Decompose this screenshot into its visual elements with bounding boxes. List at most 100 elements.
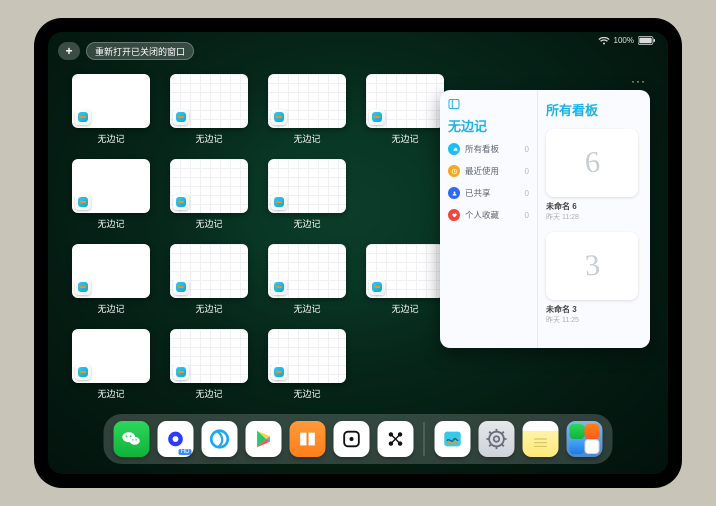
freeform-app-badge	[271, 364, 287, 380]
new-window-button[interactable]: +	[58, 42, 80, 60]
window-thumbnail	[268, 74, 346, 128]
heart-icon	[448, 209, 460, 221]
screen: 100% + 重新打开已关闭的窗口 无边记无边记无边记无边记无边记无边记无边记无…	[48, 32, 668, 474]
books-app[interactable]	[290, 421, 326, 457]
sidebar-item[interactable]: 最近使用 0	[448, 165, 529, 177]
board-scribble: 3	[583, 249, 600, 284]
sidebar-item-label: 已共享	[465, 187, 491, 199]
window-thumbnail	[72, 329, 150, 383]
freeform-app-badge	[75, 279, 91, 295]
window-tile-label: 无边记	[97, 387, 124, 400]
board-preview: 3	[546, 232, 638, 300]
settings-app[interactable]	[479, 421, 515, 457]
window-thumbnail	[72, 159, 150, 213]
sidebar-item-label: 最近使用	[465, 165, 499, 177]
window-tile[interactable]: 无边记	[366, 74, 444, 145]
dock: HD	[104, 414, 613, 464]
sidebar-item-count: 0	[525, 189, 529, 198]
panel-left-title: 无边记	[448, 116, 529, 135]
window-tile-label: 无边记	[97, 217, 124, 230]
window-tile-label: 无边记	[293, 302, 320, 315]
window-tile-label: 无边记	[293, 217, 320, 230]
window-tile[interactable]: 无边记	[72, 159, 150, 230]
window-thumbnail	[170, 74, 248, 128]
clock-icon	[448, 165, 460, 177]
battery-text: 100%	[614, 36, 634, 45]
window-thumbnail	[170, 244, 248, 298]
panel-more-button[interactable]: ···	[631, 74, 646, 88]
window-tile-label: 无边记	[391, 132, 418, 145]
freeform-app[interactable]	[435, 421, 471, 457]
window-tile[interactable]: 无边记	[170, 159, 248, 230]
sidebar-item-label: 个人收藏	[465, 209, 499, 221]
cloud-icon	[448, 143, 460, 155]
window-thumbnail	[170, 159, 248, 213]
sidebar-item[interactable]: 已共享 0	[448, 187, 529, 199]
freeform-app-badge	[271, 279, 287, 295]
sidebar-item-count: 0	[525, 167, 529, 176]
freeform-app-badge	[173, 364, 189, 380]
windows-grid: 无边记无边记无边记无边记无边记无边记无边记无边记无边记无边记无边记无边记无边记无…	[72, 74, 446, 400]
board-name: 未命名 3	[546, 304, 577, 315]
window-thumbnail	[72, 244, 150, 298]
battery-icon	[638, 36, 656, 45]
freeform-app-badge	[173, 109, 189, 125]
window-tile[interactable]: 无边记	[72, 74, 150, 145]
window-tile[interactable]: 无边记	[268, 329, 346, 400]
connect-app[interactable]	[378, 421, 414, 457]
quark-app[interactable]: HD	[158, 421, 194, 457]
freeform-app-badge	[75, 194, 91, 210]
window-tile[interactable]: 无边记	[170, 244, 248, 315]
qq-browser-app[interactable]	[202, 421, 238, 457]
sidebar-item-count: 0	[525, 211, 529, 220]
window-tile[interactable]: 无边记	[268, 74, 346, 145]
status-bar: 100%	[598, 36, 656, 45]
freeform-app-badge	[75, 109, 91, 125]
board-date: 昨天 11:28	[546, 212, 579, 222]
app-library[interactable]	[567, 421, 603, 457]
window-tile[interactable]: 无边记	[366, 244, 444, 315]
sidebar-item-label: 所有看板	[465, 143, 499, 155]
board-item[interactable]: 3 未命名 3昨天 11:25	[546, 232, 642, 325]
reopen-closed-window-button[interactable]: 重新打开已关闭的窗口	[86, 42, 194, 60]
window-thumbnail	[72, 74, 150, 128]
wifi-icon	[598, 37, 610, 45]
freeform-app-badge	[75, 364, 91, 380]
window-tile[interactable]: 无边记	[170, 74, 248, 145]
dice-app[interactable]	[334, 421, 370, 457]
plus-icon: +	[65, 44, 72, 58]
reopen-label: 重新打开已关闭的窗口	[95, 45, 185, 58]
board-name: 未命名 6	[546, 201, 577, 212]
window-thumbnail	[268, 329, 346, 383]
window-thumbnail	[170, 329, 248, 383]
freeform-app-badge	[173, 194, 189, 210]
window-tile[interactable]: 无边记	[72, 244, 150, 315]
panel-sidebar: 无边记 所有看板0 最近使用 0 已共享 0 个人收藏 0	[440, 90, 538, 348]
top-toolbar: + 重新打开已关闭的窗口	[58, 42, 194, 60]
board-date: 昨天 11:25	[546, 315, 579, 325]
panel-right-title: 所有看板	[546, 100, 642, 119]
board-scribble: 6	[583, 146, 600, 181]
window-tile-label: 无边记	[195, 387, 222, 400]
panel-content: 所有看板 6 未命名 6昨天 11:28 3 未命名 3昨天 11:25	[538, 90, 650, 348]
window-tile-label: 无边记	[293, 387, 320, 400]
window-tile-label: 无边记	[391, 302, 418, 315]
window-tile[interactable]: 无边记	[72, 329, 150, 400]
sidebar-item[interactable]: 个人收藏 0	[448, 209, 529, 221]
window-tile-label: 无边记	[195, 302, 222, 315]
notes-app[interactable]	[523, 421, 559, 457]
play-app[interactable]	[246, 421, 282, 457]
freeform-panel[interactable]: 无边记 所有看板0最近使用0已共享0个人收藏0 所有看板 6未命名 6昨天 11…	[440, 90, 650, 348]
sidebar-icon	[448, 98, 460, 110]
wechat-app[interactable]	[114, 421, 150, 457]
panel-header	[448, 98, 529, 110]
window-thumbnail	[366, 244, 444, 298]
window-tile[interactable]: 无边记	[268, 159, 346, 230]
window-tile[interactable]: 无边记	[170, 329, 248, 400]
window-tile[interactable]: 无边记	[268, 244, 346, 315]
window-tile-label: 无边记	[97, 302, 124, 315]
board-item[interactable]: 6 未命名 6昨天 11:28	[546, 129, 642, 222]
ipad-frame: 100% + 重新打开已关闭的窗口 无边记无边记无边记无边记无边记无边记无边记无…	[34, 18, 682, 488]
freeform-app-badge	[369, 279, 385, 295]
sidebar-item[interactable]: 所有看板0	[448, 143, 529, 155]
